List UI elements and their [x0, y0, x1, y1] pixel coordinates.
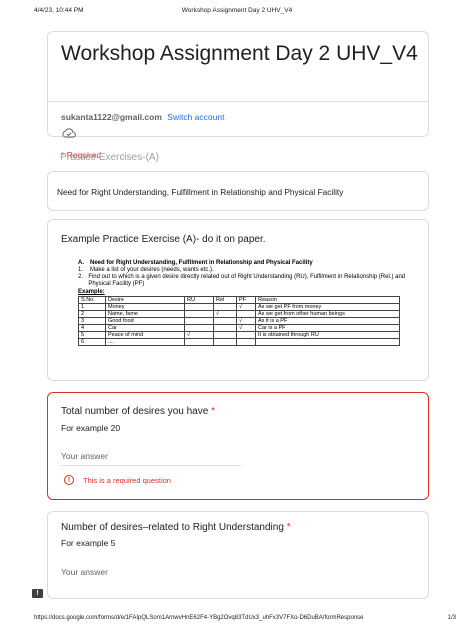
table-row: 2 Name, fame √ As we get from other human b…: [78, 310, 400, 318]
table-cell: As it is a PF: [255, 317, 400, 325]
divider: [48, 101, 428, 102]
table-header-cell: PF: [236, 296, 256, 304]
table-row: 3 Good food √ As it is a PF: [78, 317, 400, 325]
table-header-row: S.No. Desire RU Rel PF Reason: [78, 296, 400, 304]
embed-step-text: Make a list of your desires (needs, want…: [90, 267, 214, 273]
table-cell: [255, 338, 400, 346]
table-cell: [236, 310, 256, 318]
embed-step-num: 2.: [78, 274, 84, 280]
table-cell: √: [213, 310, 237, 318]
table-cell: [184, 338, 214, 346]
table-cell: √: [236, 317, 256, 325]
question-total-desires: Total number of desires you have * For e…: [47, 392, 429, 500]
required-star: *: [286, 522, 291, 533]
table-cell: It is obtained through RU: [255, 331, 400, 339]
question-title-text: Total number of desires you have: [61, 406, 209, 417]
table-cell: √: [236, 324, 256, 332]
error-icon: !: [64, 475, 74, 485]
embed-step: 2. Find out to which is a given desire d…: [78, 274, 410, 288]
answer-input[interactable]: Your answer: [61, 451, 108, 461]
table-cell: [184, 303, 214, 311]
section-description-card: Need for Right Understanding, Fulfillmen…: [47, 171, 429, 211]
table-header-cell: Reason: [255, 296, 400, 304]
table-cell: [213, 331, 237, 339]
table-cell: [213, 303, 237, 311]
embed-step: 1. Make a list of your desires (needs, w…: [78, 267, 410, 274]
section-title: Practice Exercises-(A): [60, 152, 159, 163]
table-cell: ....: [105, 338, 185, 346]
table-cell: [236, 338, 256, 346]
table-cell: Name, fame: [105, 310, 185, 318]
table-cell: Car is a PF: [255, 324, 400, 332]
table-cell: Good food: [105, 317, 185, 325]
table-cell: Peace of mind: [105, 331, 185, 339]
question-title-text: Number of desires–related to Right Under…: [61, 522, 284, 533]
embed-step-text: Find out to which is a given desire dire…: [88, 274, 406, 287]
error-text: This is a required question: [83, 475, 171, 485]
question-title: Number of desires–related to Right Under…: [61, 522, 291, 533]
form-title: Workshop Assignment Day 2 UHV_V4: [61, 42, 418, 65]
embed-heading-text: Need for Right Understanding, Fulfilment…: [90, 260, 313, 266]
print-header: 4/4/23, 10:44 PM Workshop Assignment Day…: [0, 7, 474, 19]
table-cell: 2: [78, 310, 106, 318]
table-cell: [184, 324, 214, 332]
table-cell: 3: [78, 317, 106, 325]
answer-underline: [61, 465, 241, 466]
account-row: sukanta1122@gmail.com Switch account: [61, 112, 224, 122]
example-table: S.No. Desire RU Rel PF Reason 1 Money √ As …: [78, 296, 400, 346]
table-cell: 1: [78, 303, 106, 311]
table-header-cell: Desire: [105, 296, 185, 304]
print-url: https://docs.google.com/forms/d/e/1FAIpQ…: [34, 615, 364, 621]
embed-heading: A. Need for Right Understanding, Fulfilm…: [78, 260, 410, 267]
table-cell: As we get from other human beings: [255, 310, 400, 318]
example-image-card: Example Practice Exercise (A)- do it on …: [47, 219, 429, 381]
table-header-cell: RU: [184, 296, 214, 304]
print-page-number: 1/3: [447, 615, 456, 621]
table-row: 4 Car √ Car is a PF: [78, 324, 400, 332]
embed-example-label: Example:: [78, 289, 105, 295]
required-star: *: [211, 406, 215, 417]
question-title: Total number of desires you have *: [61, 406, 215, 417]
embed-heading-num: A.: [78, 260, 84, 266]
table-header-cell: Rel: [213, 296, 237, 304]
table-cell: [213, 317, 237, 325]
question-help: For example 5: [61, 538, 116, 548]
question-ru-desires: Number of desires–related to Right Under…: [47, 511, 429, 599]
question-help: For example 20: [61, 423, 121, 433]
table-cell: [213, 338, 237, 346]
section-description: Need for Right Understanding, Fulfillmen…: [57, 187, 344, 197]
table-cell: [213, 324, 237, 332]
table-cell: 4: [78, 324, 106, 332]
table-cell: [236, 331, 256, 339]
table-cell: 5: [78, 331, 106, 339]
table-cell: √: [184, 331, 214, 339]
table-row: 5 Peace of mind √ It is obtained through RU: [78, 331, 400, 339]
table-cell: Car: [105, 324, 185, 332]
embed-step-num: 1.: [78, 267, 84, 273]
cloud-done-icon: [62, 128, 76, 138]
example-title: Example Practice Exercise (A)- do it on …: [61, 234, 266, 245]
form-header-card: Workshop Assignment Day 2 UHV_V4 sukanta…: [47, 31, 429, 160]
table-cell: [184, 317, 214, 325]
error-message: ! This is a required question: [64, 475, 171, 485]
account-email: sukanta1122@gmail.com: [61, 112, 162, 122]
table-cell: 6: [78, 338, 106, 346]
example-image: A. Need for Right Understanding, Fulfilm…: [78, 260, 410, 346]
table-cell: Money: [105, 303, 185, 311]
table-cell: As we get PF from money: [255, 303, 400, 311]
table-cell: [184, 310, 214, 318]
table-row: 6....: [78, 338, 400, 346]
answer-input[interactable]: Your answer: [61, 567, 108, 577]
print-doc-title: Workshop Assignment Day 2 UHV_V4: [181, 7, 293, 14]
table-cell: √: [236, 303, 256, 311]
table-row: 1 Money √ As we get PF from money: [78, 303, 400, 311]
switch-account-link[interactable]: Switch account: [167, 112, 224, 122]
table-header-cell: S.No.: [78, 296, 106, 304]
feedback-icon[interactable]: !: [32, 589, 43, 598]
